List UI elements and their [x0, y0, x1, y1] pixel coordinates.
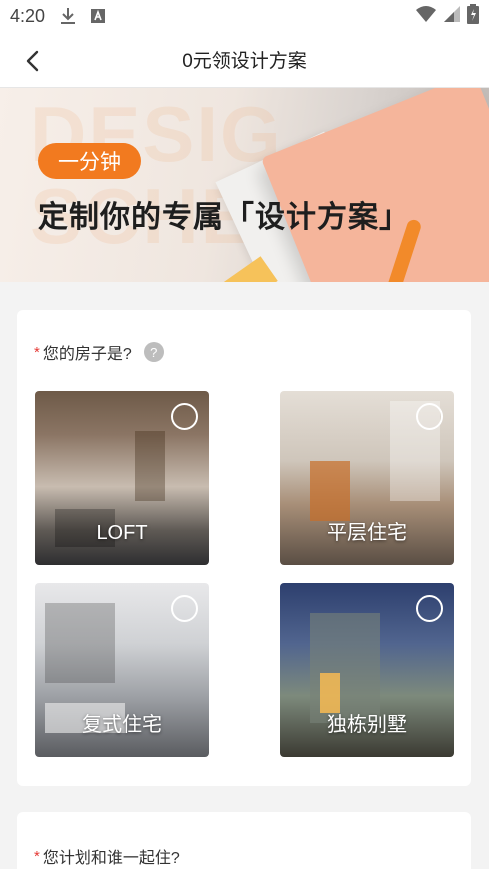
banner-tag: 一分钟	[38, 143, 141, 179]
residents-card: * 您计划和谁一起住?	[17, 812, 471, 869]
light-decoration	[320, 673, 340, 713]
status-time: 4:20	[10, 5, 46, 26]
banner-headline: 定制你的专属「设计方案」	[38, 201, 410, 234]
required-mark: *	[34, 343, 40, 361]
page-title: 0元领设计方案	[182, 51, 307, 72]
radio-duplex[interactable]	[171, 595, 198, 622]
house-type-card: * 您的房子是? ? LOFT 平层住宅 复式住宅 独栋别墅	[17, 310, 471, 786]
chevron-left-icon	[26, 50, 39, 72]
option-loft[interactable]: LOFT	[35, 391, 209, 565]
banner-ruler-decoration	[162, 256, 278, 282]
option-duplex[interactable]: 复式住宅	[35, 583, 209, 757]
app-bar: 0元领设计方案	[0, 32, 489, 88]
option-label: 复式住宅	[82, 714, 162, 736]
stair-decoration	[45, 603, 115, 683]
app-notification-icon	[89, 7, 107, 25]
option-flat[interactable]: 平层住宅	[280, 391, 454, 565]
residents-label: 您计划和谁一起住?	[42, 850, 180, 867]
radio-villa[interactable]	[416, 595, 443, 622]
battery-icon	[467, 3, 479, 29]
option-villa[interactable]: 独栋别墅	[280, 583, 454, 757]
help-icon[interactable]: ?	[143, 342, 164, 362]
option-label: 独栋别墅	[327, 714, 407, 736]
status-bar: 4:20	[0, 0, 489, 32]
option-label: LOFT	[96, 522, 148, 544]
promo-banner: DESIG SCHE 一分钟 定制你的专属「设计方案」	[0, 88, 489, 282]
download-icon	[59, 7, 77, 25]
chair-decoration	[310, 461, 350, 521]
option-label: 平层住宅	[327, 522, 407, 544]
radio-flat[interactable]	[416, 403, 443, 430]
required-mark: *	[34, 847, 40, 865]
radio-loft[interactable]	[171, 403, 198, 430]
house-type-label: 您的房子是?	[42, 346, 132, 363]
signal-icon	[443, 5, 461, 28]
residents-question: * 您计划和谁一起住?	[34, 844, 180, 868]
house-type-question: * 您的房子是? ?	[34, 340, 164, 364]
back-button[interactable]	[18, 46, 48, 76]
stair-decoration	[135, 431, 165, 501]
wifi-icon	[415, 5, 437, 28]
